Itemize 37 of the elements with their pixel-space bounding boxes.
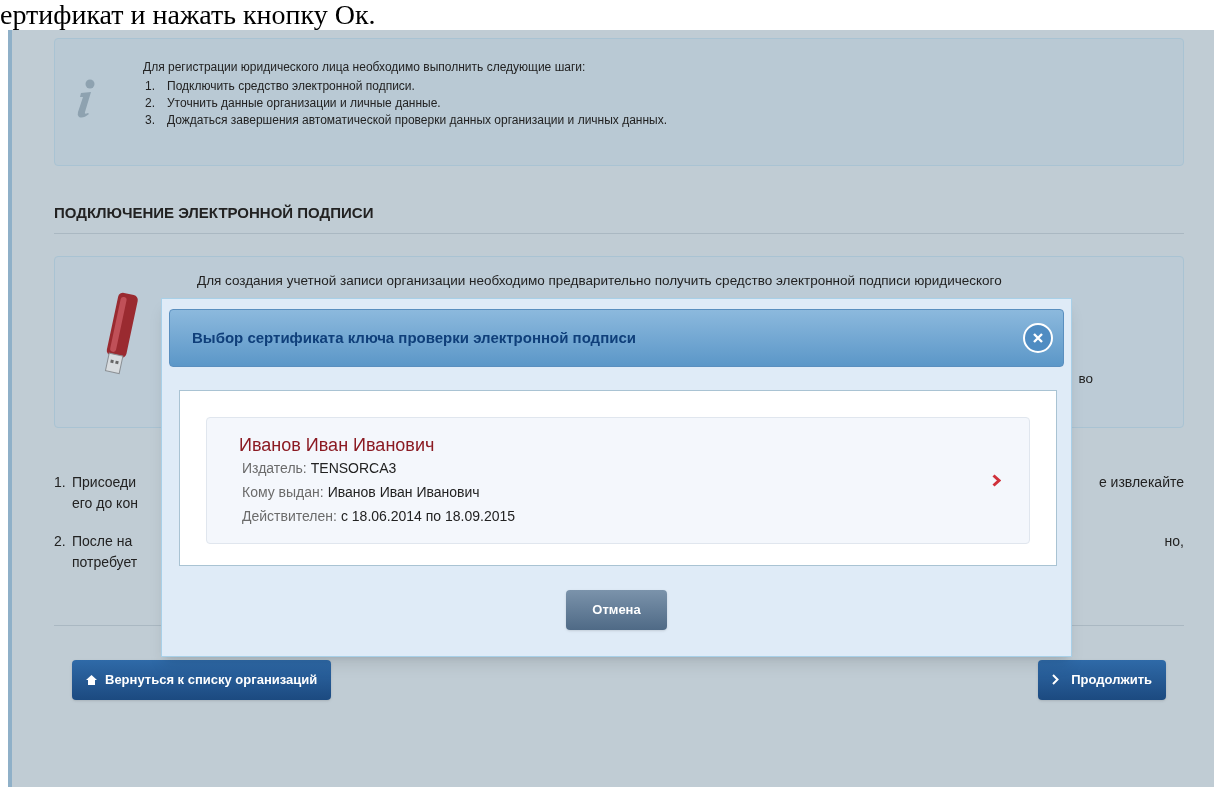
step-text: Дождаться завершения автоматической проверки данных организации и личных данных.: [167, 112, 668, 129]
instruction-text: е извлекайте: [1098, 472, 1184, 492]
step-number: 1.: [145, 78, 156, 95]
list-number: 2.: [54, 531, 67, 551]
field-label: Действителен:: [242, 506, 337, 526]
info-icon: [75, 79, 97, 119]
document-text: ертификат и нажать кнопку Ок.: [0, 0, 377, 30]
section-title: ПОДКЛЮЧЕНИЕ ЭЛЕКТРОННОЙ ПОДПИСИ: [54, 202, 1184, 234]
dialog-title: Выбор сертификата ключа проверки электронной подписи: [192, 327, 636, 348]
cancel-button[interactable]: Отмена: [566, 590, 667, 630]
back-button[interactable]: Вернуться к списку организаций: [72, 659, 332, 700]
chevron-icon: [1052, 674, 1060, 685]
step-text: Уточнить данные организации и личные данные.: [167, 95, 441, 112]
instruction-text: После на: [72, 531, 134, 551]
continue-button[interactable]: Продолжить: [1038, 659, 1166, 700]
field-label: Издатель:: [242, 458, 307, 478]
instruction-text: его до кон: [72, 493, 138, 513]
step-text: Подключить средство электронной подписи.: [167, 78, 415, 95]
list-number: 1.: [54, 472, 67, 492]
field-label: Кому выдан:: [242, 482, 324, 502]
close-button[interactable]: [1023, 323, 1053, 353]
step-number: 2.: [145, 95, 156, 112]
instruction-text: Присоеди: [72, 472, 138, 492]
field-value: с 18.06.2014 по 18.09.2015: [340, 506, 516, 526]
info-intro: Для регистрации юридического лица необходимо выполнить следующие шаги:: [143, 59, 587, 76]
instruction-text: потребует: [72, 552, 138, 572]
certificate-item[interactable]: Иванов Иван Иванович Издатель: TENSORCA3 Кому выдан: Иванов Иван Иванович Действителен: с 18.06.2014 по 18.09.2015: [206, 417, 1030, 544]
card-text: во: [1078, 369, 1093, 388]
home-icon: [86, 674, 97, 685]
card-text: Для создания учетной записи организации необходимо предварительно получить средство электронной подписи юридического: [197, 271, 1002, 290]
instruction-text: но,: [1164, 531, 1184, 551]
chevron-icon: [992, 474, 1001, 487]
close-icon: [1033, 333, 1043, 343]
field-value: Иванов Иван Иванович: [327, 482, 480, 502]
certificate-name: Иванов Иван Иванович: [239, 433, 436, 456]
field-value: TENSORCA3: [310, 458, 397, 478]
step-number: 3.: [145, 112, 156, 129]
